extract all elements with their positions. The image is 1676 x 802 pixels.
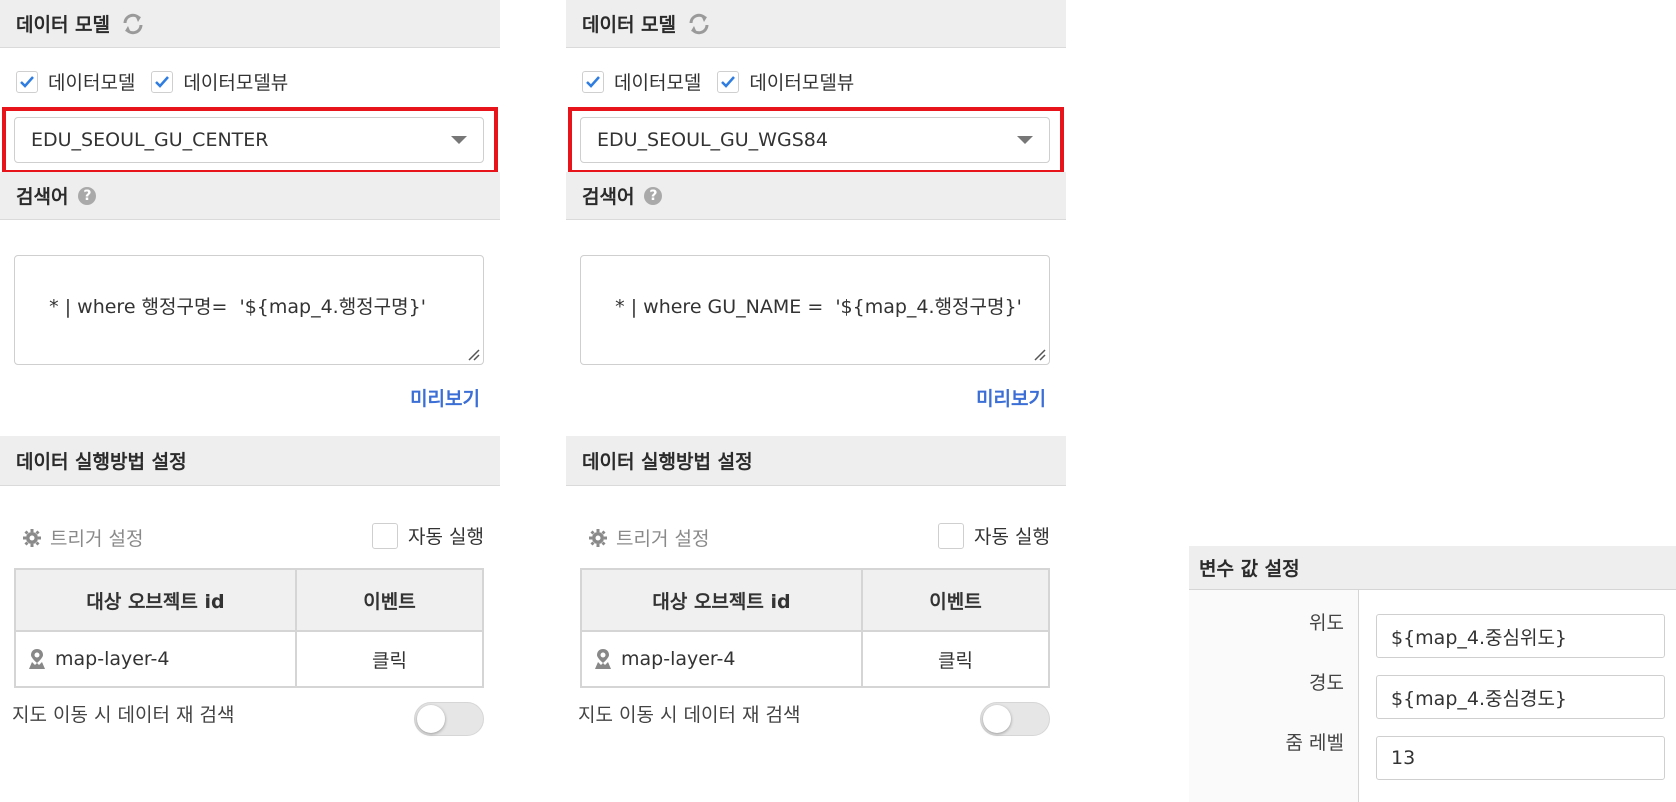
exec-header: 데이터 실행방법 설정 [566, 436, 1066, 486]
search-title: 검색어 [16, 186, 69, 208]
auto-run-checkbox[interactable]: 자동 실행 [938, 522, 1050, 549]
cell-object-id: map-layer-4 [14, 630, 297, 688]
col-header-object-id: 대상 오브젝트 id [580, 568, 863, 632]
variable-settings-panel: 변수 값 설정 위도 경도 줌 레벨 ${map_4.중심위도} ${map_4… [1189, 546, 1676, 802]
data-model-header: 데이터 모델 [0, 0, 500, 48]
data-model-title: 데이터 모델 [16, 14, 111, 36]
map-layer-icon [27, 648, 47, 670]
trigger-settings-button[interactable]: 트리거 설정 [588, 524, 709, 551]
exec-title: 데이터 실행방법 설정 [16, 451, 187, 473]
query-textarea[interactable]: * | where 행정구명= '${map_4.행정구명}' [14, 255, 484, 365]
checkbox-data-model-view[interactable] [151, 70, 174, 93]
data-model-title: 데이터 모델 [582, 14, 677, 36]
resize-grip-icon[interactable] [466, 347, 480, 361]
checkbox-data-model-view-label: 데이터모델뷰 [183, 72, 289, 94]
longitude-label: 경도 [1309, 672, 1344, 694]
gear-icon [588, 528, 608, 548]
refresh-icon[interactable] [120, 11, 146, 37]
checkbox-data-model[interactable] [582, 70, 604, 93]
remap-toggle[interactable] [980, 702, 1050, 736]
auto-run-box[interactable] [938, 522, 965, 549]
resize-grip-icon[interactable] [1032, 347, 1046, 361]
object-id-text: map-layer-4 [55, 648, 170, 670]
data-model-select[interactable]: EDU_SEOUL_GU_WGS84 [580, 117, 1050, 163]
variable-labels-column: 위도 경도 줌 레벨 [1189, 590, 1359, 802]
checkbox-data-model-view[interactable] [717, 70, 740, 93]
exec-title: 데이터 실행방법 설정 [582, 451, 753, 473]
query-text: * | where GU_NAME = '${map_4.행정구명}' [615, 296, 1022, 318]
checkbox-data-model-label: 데이터모델 [48, 72, 136, 94]
table-row[interactable]: map-layer-4 클릭 [14, 630, 484, 688]
checkbox-check-icon [20, 75, 34, 88]
auto-run-label: 자동 실행 [974, 526, 1050, 548]
trigger-settings-label: 트리거 설정 [616, 528, 710, 550]
map-layer-icon [593, 648, 613, 670]
remap-toggle[interactable] [414, 702, 484, 736]
auto-run-checkbox[interactable]: 자동 실행 [372, 522, 484, 549]
model-checkbox-row: 데이터모델 데이터모델뷰 [582, 68, 870, 95]
search-header: 검색어 ? [0, 172, 500, 220]
exec-header: 데이터 실행방법 설정 [0, 436, 500, 486]
zoom-level-label: 줌 레벨 [1285, 732, 1344, 754]
col-header-object-id: 대상 오브젝트 id [14, 568, 297, 632]
cell-event: 클릭 [295, 630, 484, 688]
preview-link[interactable]: 미리보기 [410, 384, 480, 411]
checkbox-check-icon [721, 75, 736, 88]
object-id-text: map-layer-4 [621, 648, 736, 670]
model-checkbox-row: 데이터모델 데이터모델뷰 [16, 68, 304, 95]
longitude-input[interactable]: ${map_4.중심경도} [1376, 675, 1665, 719]
latitude-value: ${map_4.중심위도} [1391, 626, 1568, 649]
data-model-select[interactable]: EDU_SEOUL_GU_CENTER [14, 117, 484, 163]
refresh-icon[interactable] [686, 11, 712, 37]
zoom-level-value: 13 [1391, 747, 1416, 769]
search-title: 검색어 [582, 186, 635, 208]
data-model-select-value: EDU_SEOUL_GU_CENTER [31, 129, 269, 151]
gear-icon [22, 528, 42, 548]
search-header: 검색어 ? [566, 172, 1066, 220]
variable-settings-header: 변수 값 설정 [1189, 546, 1676, 590]
toggle-knob [417, 705, 445, 733]
checkbox-check-icon [586, 75, 600, 88]
latitude-input[interactable]: ${map_4.중심위도} [1376, 614, 1665, 658]
remap-label: 지도 이동 시 데이터 재 검색 [12, 704, 235, 726]
trigger-settings-label: 트리거 설정 [50, 528, 144, 550]
checkbox-data-model[interactable] [16, 70, 38, 93]
table-row[interactable]: map-layer-4 클릭 [580, 630, 1050, 688]
trigger-table: 대상 오브젝트 id 이벤트 map-layer-4 클릭 [580, 568, 1050, 688]
latitude-label: 위도 [1309, 612, 1344, 634]
chevron-down-icon [451, 136, 467, 144]
col-header-event: 이벤트 [861, 568, 1050, 632]
panel-left: 데이터 모델 데이터모델 데이터모델뷰 EDU_SEOUL_GU_CENTER … [0, 0, 500, 802]
zoom-level-input[interactable]: 13 [1376, 736, 1665, 780]
help-icon[interactable]: ? [78, 186, 97, 205]
trigger-table: 대상 오브젝트 id 이벤트 map-layer-4 클릭 [14, 568, 484, 688]
help-icon[interactable]: ? [644, 186, 663, 205]
checkbox-data-model-view-label: 데이터모델뷰 [749, 72, 855, 94]
query-text: * | where 행정구명= '${map_4.행정구명}' [49, 296, 426, 318]
query-textarea[interactable]: * | where GU_NAME = '${map_4.행정구명}' [580, 255, 1050, 365]
longitude-value: ${map_4.중심경도} [1391, 687, 1568, 710]
cell-object-id: map-layer-4 [580, 630, 863, 688]
chevron-down-icon [1017, 136, 1033, 144]
col-header-event: 이벤트 [295, 568, 484, 632]
auto-run-label: 자동 실행 [408, 526, 484, 548]
trigger-settings-button[interactable]: 트리거 설정 [22, 524, 143, 551]
checkbox-data-model-label: 데이터모델 [614, 72, 702, 94]
checkbox-check-icon [155, 75, 170, 88]
data-model-select-value: EDU_SEOUL_GU_WGS84 [597, 129, 828, 151]
remap-label: 지도 이동 시 데이터 재 검색 [578, 704, 801, 726]
panel-right: 데이터 모델 데이터모델 데이터모델뷰 EDU_SEOUL_GU_WGS84 검… [566, 0, 1066, 802]
cell-event: 클릭 [861, 630, 1050, 688]
data-model-header: 데이터 모델 [566, 0, 1066, 48]
auto-run-box[interactable] [372, 522, 399, 549]
preview-link[interactable]: 미리보기 [976, 384, 1046, 411]
toggle-knob [983, 705, 1011, 733]
